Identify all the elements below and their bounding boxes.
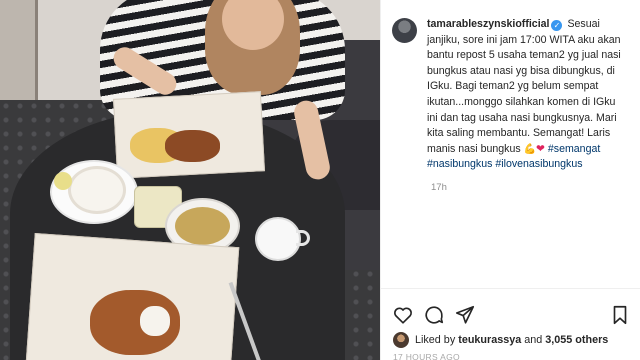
hashtag-nasibungkus[interactable]: #nasibungkus (427, 158, 492, 170)
username-link[interactable]: tamarableszynskiofficial (427, 18, 549, 30)
likes-prefix: Liked by (415, 334, 456, 346)
profile-avatar[interactable] (392, 18, 417, 43)
photo-rice (68, 166, 126, 214)
photo-cup (255, 217, 301, 261)
muscle-emoji-icon: 💪 (523, 143, 537, 155)
hashtag-semangat[interactable]: #semangat (548, 143, 600, 155)
heart-icon (394, 307, 412, 324)
photo-garnish (54, 172, 72, 190)
post-caption: tamarableszynskiofficial ✓ Sesuai janjiku… (427, 17, 627, 173)
photo-soup (175, 207, 230, 245)
bookmark-icon (613, 305, 627, 325)
caption-time: 17h (431, 182, 447, 193)
photo-door (0, 0, 38, 100)
liker-username-link[interactable]: teukurassya (458, 334, 521, 346)
save-button[interactable] (609, 304, 631, 326)
actions-divider (381, 288, 640, 289)
share-icon (455, 305, 475, 324)
like-button[interactable] (392, 304, 414, 326)
share-button[interactable] (454, 304, 476, 326)
verified-badge-icon: ✓ (551, 20, 563, 31)
post-side-panel: tamarableszynskiofficial ✓ Sesuai janjiku… (381, 0, 640, 360)
likes-middle: and (524, 334, 543, 346)
heart-emoji-icon: ❤ (536, 142, 545, 155)
caption-text: Sesuai janjiku, sore ini jam 17:00 WITA … (427, 18, 621, 155)
comment-icon (425, 306, 444, 324)
likes-count-link[interactable]: 3,055 others (545, 334, 608, 346)
comment-button[interactable] (423, 304, 445, 326)
post-timestamp[interactable]: 17 HOURS AGO (393, 352, 460, 360)
post-photo[interactable] (0, 0, 380, 360)
photo-side-dish (165, 130, 220, 162)
hashtag-ilovenasibungkus[interactable]: #ilovenasibungkus (495, 158, 582, 170)
photo-rice-portion (140, 306, 170, 336)
likes-summary: Liked by teukurassya and 3,055 others (393, 331, 608, 349)
liker-avatar[interactable] (393, 332, 409, 348)
